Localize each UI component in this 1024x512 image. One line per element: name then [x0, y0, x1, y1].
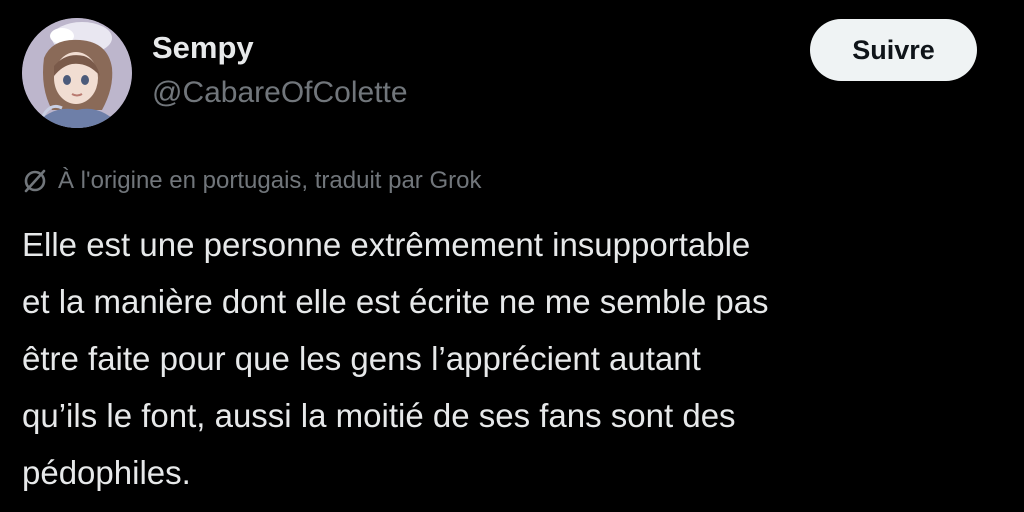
author-display-name[interactable]: Sempy	[152, 30, 254, 66]
author-handle[interactable]: @CabareOfColette	[152, 76, 408, 110]
avatar[interactable]	[22, 18, 132, 128]
tweet-text-line: et la manière dont elle est écrite ne me…	[22, 283, 769, 320]
anime-character-avatar-icon	[22, 18, 132, 128]
follow-button[interactable]: Suivre	[810, 19, 977, 81]
no-translate-icon	[22, 168, 48, 194]
tweet-text-line: pédophiles.	[22, 454, 191, 491]
tweet-text-line: Elle est une personne extrêmement insupp…	[22, 226, 751, 263]
tweet-text-line: être faite pour que les gens l’apprécien…	[22, 340, 701, 377]
tweet-text: Elle est une personne extrêmement insupp…	[22, 216, 1012, 501]
translation-note: À l'origine en portugais, traduit par Gr…	[22, 164, 481, 198]
tweet-text-line: qu’ils le font, aussi la moitié de ses f…	[22, 397, 736, 434]
translation-note-text: À l'origine en portugais, traduit par Gr…	[58, 167, 482, 194]
